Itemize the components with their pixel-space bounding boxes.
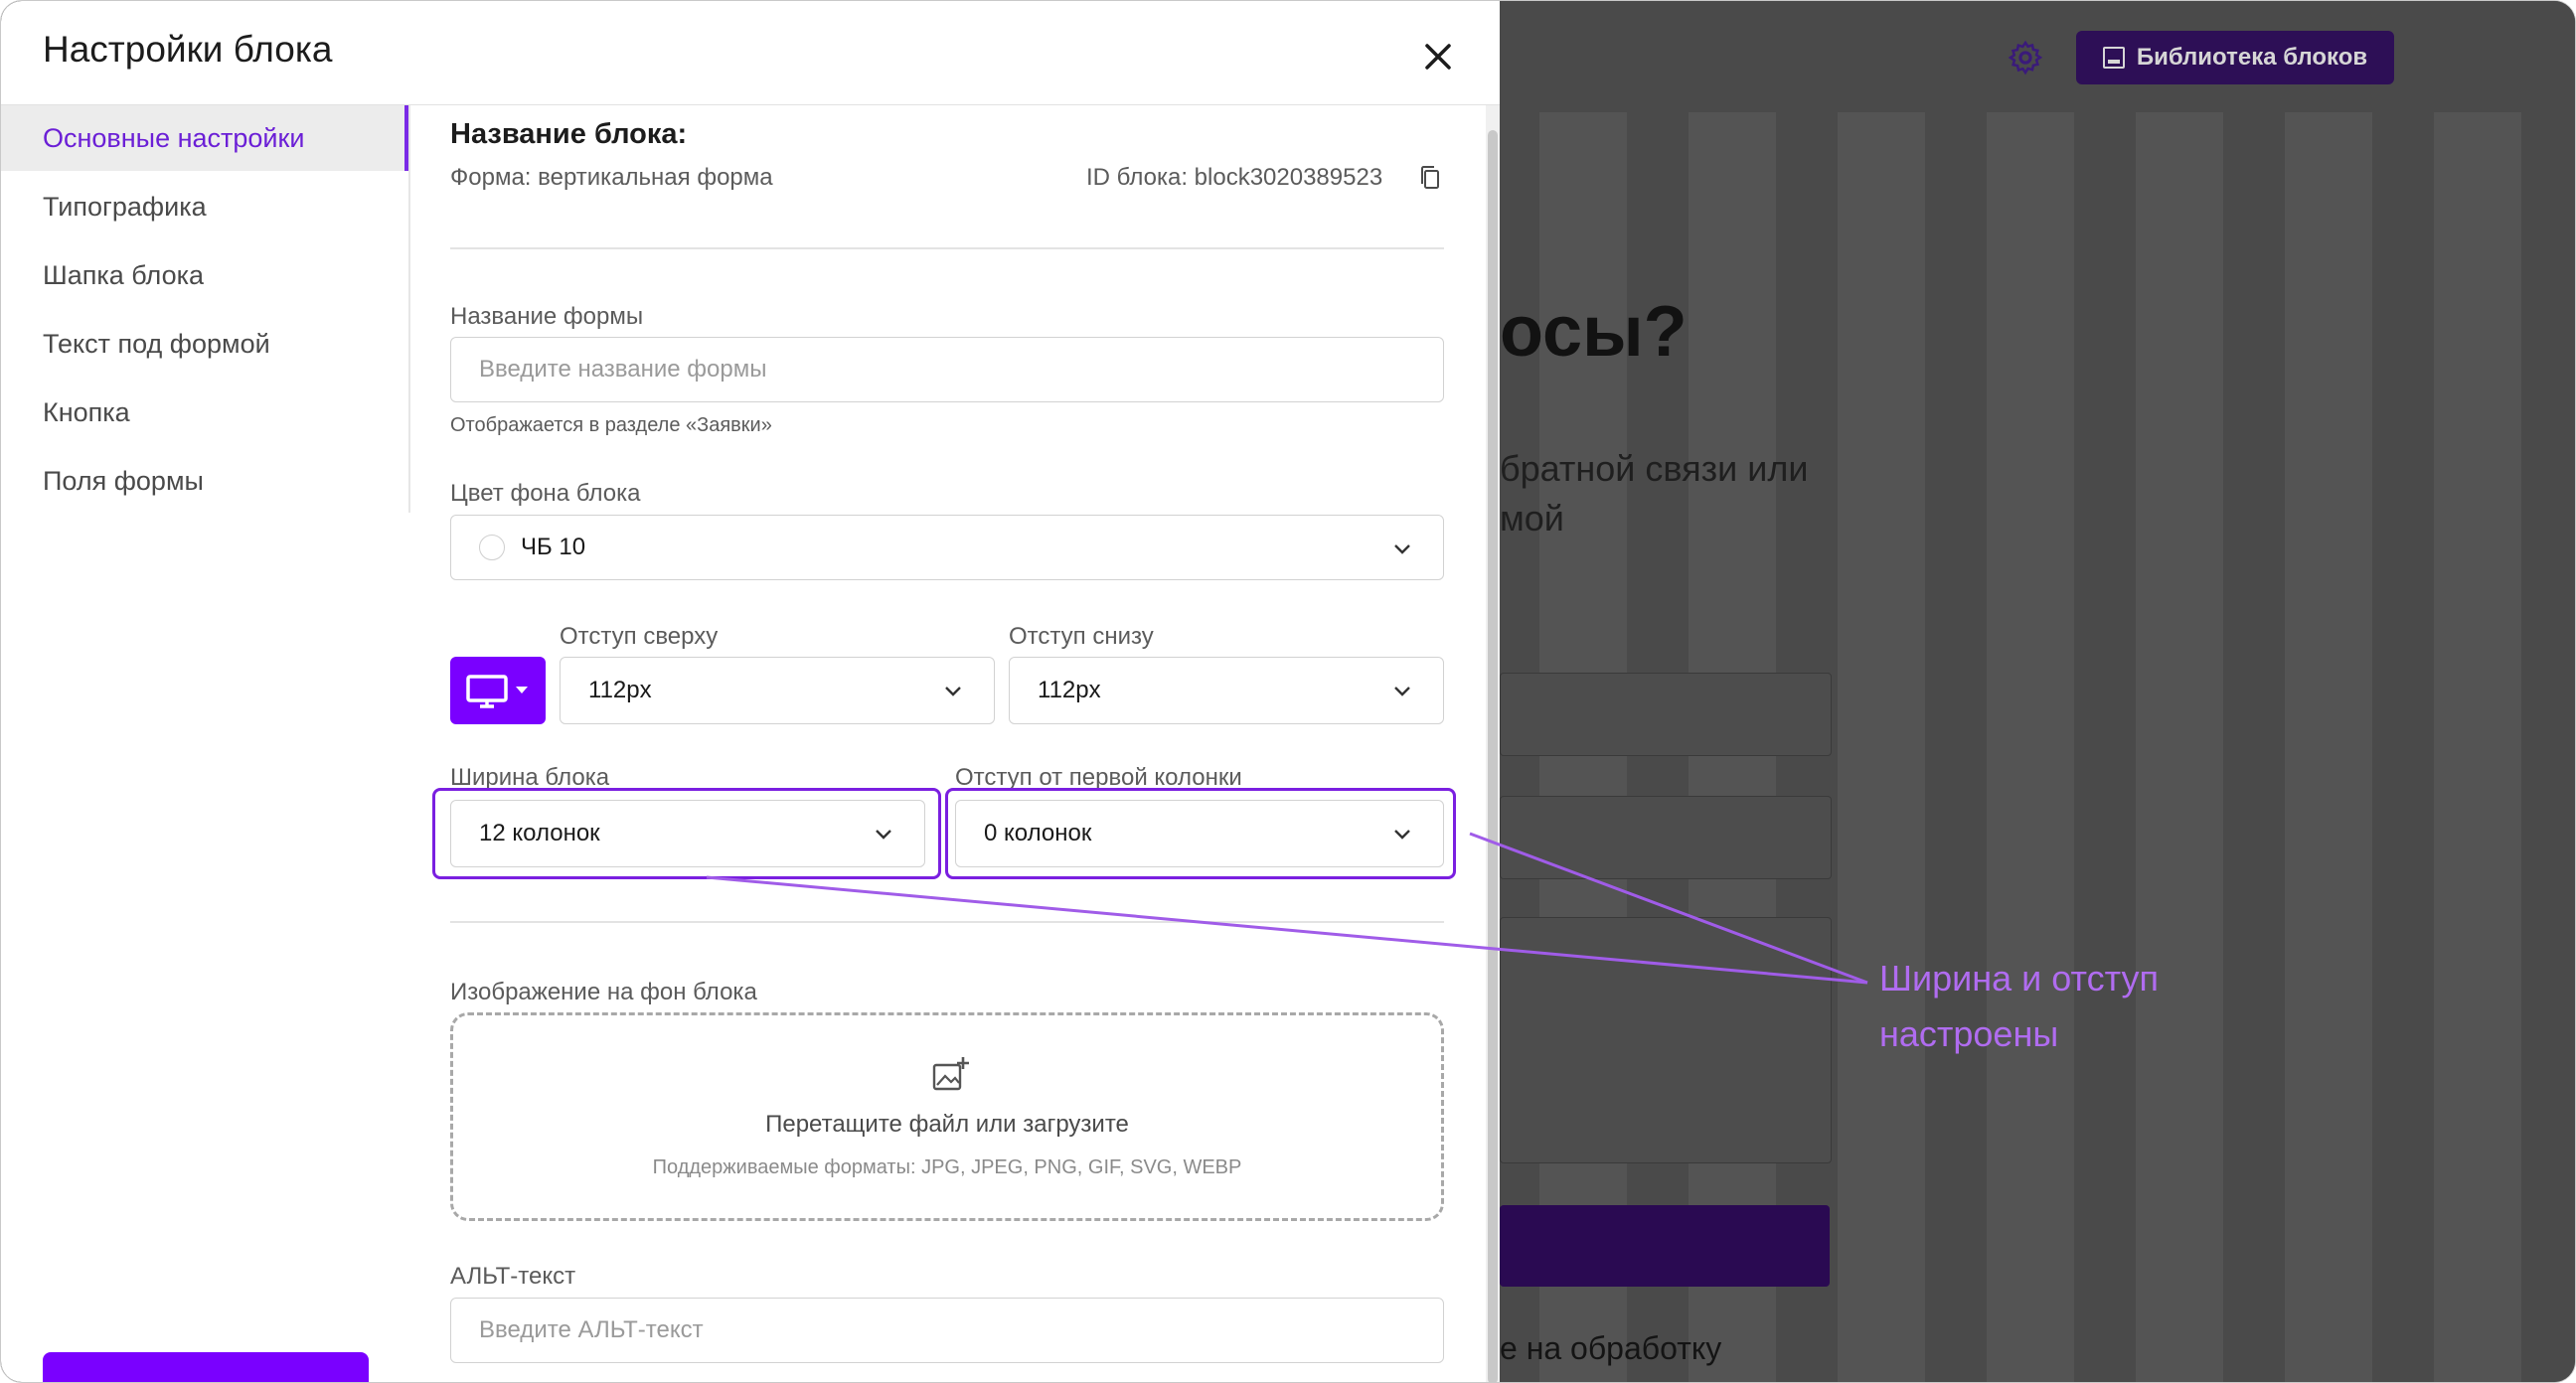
grid-column	[1838, 112, 1925, 1382]
bg-heading: осы?	[1500, 292, 1688, 372]
sidebar-item-label: Текст под формой	[43, 328, 270, 359]
chevron-down-icon	[1394, 544, 1410, 554]
padding-top-select[interactable]: 112px	[560, 657, 995, 724]
bg-color-select[interactable]: ЧБ 10	[450, 515, 1444, 580]
bg-form-field	[1500, 917, 1832, 1163]
sidebar-item-text-under-form[interactable]: Текст под формой	[1, 311, 408, 377]
app-window: Библиотека блоков осы? братной связи или…	[0, 0, 2576, 1383]
add-image-icon	[932, 1057, 969, 1091]
bg-subtext: братной связи или мой	[1500, 444, 1917, 543]
chevron-down-icon	[945, 687, 961, 696]
sidebar-action-button[interactable]	[43, 1352, 369, 1382]
alt-text-label: АЛЬТ-текст	[450, 1263, 576, 1290]
copy-icon[interactable]	[1418, 164, 1442, 192]
block-settings-modal: Настройки блока Основные настройки Типог…	[1, 1, 1500, 1382]
block-library-label: Библиотека блоков	[2136, 44, 2368, 71]
alt-text-placeholder: Введите АЛЬТ-текст	[479, 1316, 704, 1343]
bg-subtext-line: мой	[1500, 498, 1564, 538]
form-name-placeholder: Введите название формы	[479, 356, 767, 383]
sidebar-item-form-fields[interactable]: Поля формы	[1, 448, 408, 514]
device-toggle-button[interactable]	[450, 657, 546, 724]
image-icon	[2102, 47, 2125, 69]
sidebar-item-label: Основные настройки	[43, 122, 305, 153]
bg-color-value: ЧБ 10	[521, 534, 586, 560]
modal-title: Настройки блока	[43, 29, 333, 70]
settings-sidebar: Основные настройки Типографика Шапка бло…	[1, 105, 410, 513]
upload-title: Перетащите файл или загрузите	[765, 1111, 1129, 1138]
sidebar-item-main-settings[interactable]: Основные настройки	[1, 105, 408, 171]
grid-column	[2434, 112, 2521, 1382]
padding-bottom-label: Отступ снизу	[1009, 623, 1154, 650]
grid-column	[2285, 112, 2372, 1382]
settings-gear-icon[interactable]	[2007, 39, 2044, 77]
bg-consent-text: е на обработку	[1500, 1330, 1722, 1366]
alt-text-input[interactable]: Введите АЛЬТ-текст	[450, 1298, 1444, 1363]
block-width-highlight	[432, 788, 941, 879]
sidebar-item-label: Кнопка	[43, 396, 130, 427]
bg-subtext-line: братной связи или	[1500, 448, 1809, 489]
annotation-text: Ширина и отступ настроены	[1879, 958, 2159, 1054]
section-divider	[450, 921, 1444, 923]
section-divider	[450, 247, 1444, 249]
close-icon[interactable]	[1414, 33, 1462, 80]
block-name-title: Название блока:	[450, 118, 688, 150]
padding-bottom-value: 112px	[1038, 677, 1101, 703]
grid-column	[2136, 112, 2223, 1382]
form-type: Форма: вертикальная форма	[450, 164, 773, 191]
block-id: ID блока: block3020389523	[1086, 164, 1383, 191]
desktop-icon	[466, 675, 528, 708]
block-library-button[interactable]: Библиотека блоков	[2076, 31, 2394, 84]
padding-top-value: 112px	[588, 677, 652, 703]
sidebar-item-label: Типографика	[43, 191, 207, 222]
sidebar-item-button[interactable]: Кнопка	[1, 380, 408, 445]
bg-form-field	[1500, 796, 1832, 879]
bg-color-label: Цвет фона блока	[450, 480, 641, 507]
sidebar-item-label: Поля формы	[43, 465, 204, 496]
modal-header: Настройки блока	[1, 1, 1500, 105]
form-name-label: Название формы	[450, 303, 644, 330]
bg-image-label: Изображение на фон блока	[450, 979, 757, 1005]
upload-formats: Поддерживаемые форматы: JPG, JPEG, PNG, …	[652, 1156, 1242, 1178]
form-name-input[interactable]: Введите название формы	[450, 337, 1444, 402]
bg-submit-button	[1500, 1205, 1830, 1287]
scrollbar-thumb[interactable]	[1488, 130, 1498, 1382]
sidebar-item-block-header[interactable]: Шапка блока	[1, 242, 408, 308]
sidebar-item-typography[interactable]: Типографика	[1, 174, 408, 239]
padding-top-label: Отступ сверху	[560, 623, 719, 650]
grid-column	[1987, 112, 2074, 1382]
column-offset-highlight	[945, 788, 1456, 879]
chevron-down-icon	[1394, 687, 1410, 696]
bg-image-dropzone[interactable]: Перетащите файл или загрузите Поддержива…	[450, 1012, 1444, 1221]
sidebar-item-label: Шапка блока	[43, 259, 205, 290]
form-name-hint: Отображается в разделе «Заявки»	[450, 414, 772, 436]
color-swatch-icon	[479, 535, 505, 560]
padding-bottom-select[interactable]: 112px	[1009, 657, 1444, 724]
bg-form-field	[1500, 673, 1832, 756]
